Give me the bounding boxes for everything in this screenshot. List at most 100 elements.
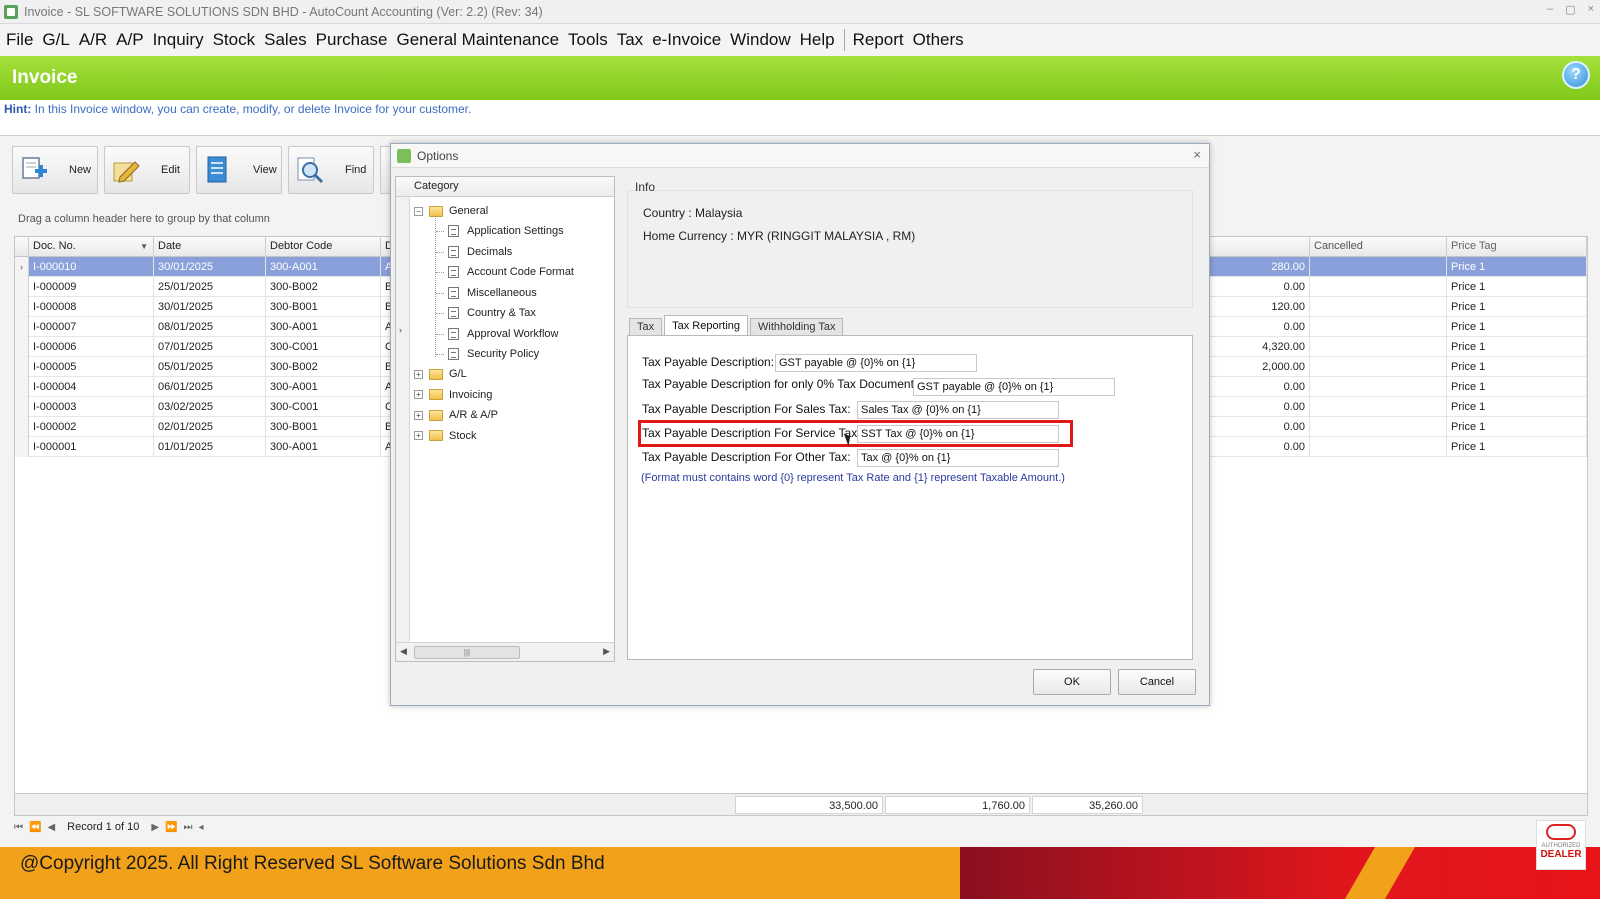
last-record-icon[interactable]: ⏭ (183, 822, 192, 833)
next-page-icon[interactable]: ⏩ (165, 822, 177, 833)
tax-payable-label: Tax Payable Description: (642, 355, 775, 369)
cell-price-tag: Price 1 (1447, 317, 1587, 337)
tree-node-child[interactable]: Miscellaneous (448, 283, 537, 303)
edit-pencil-icon (113, 161, 140, 183)
tree-node-group[interactable]: + Invoicing (414, 385, 492, 405)
zero-tax-input[interactable] (913, 378, 1115, 396)
tab-withholding-tax[interactable]: Withholding Tax (750, 318, 844, 336)
cell-doc-no: I-000010 (29, 257, 154, 277)
expand-icon[interactable]: + (414, 410, 423, 420)
view-button[interactable]: View (196, 146, 282, 194)
sales-tax-input[interactable] (857, 401, 1059, 419)
tree-node-group[interactable]: + Stock (414, 426, 477, 446)
cell-doc-no: I-000009 (29, 277, 154, 297)
menu-file[interactable]: File (6, 30, 33, 50)
find-button-label: Find (345, 164, 367, 176)
cell-amount: 2,000.00 (1210, 357, 1310, 377)
menu-tools[interactable]: Tools (568, 30, 608, 50)
column-cancelled[interactable]: Cancelled (1310, 237, 1447, 257)
tax-payable-input[interactable] (775, 354, 977, 372)
authorized-dealer-logo: AUTHORIZED DEALER (1536, 820, 1586, 870)
find-magnifier-icon (297, 157, 324, 184)
menu-gl[interactable]: G/L (42, 30, 69, 50)
cell-date: 03/02/2025 (154, 397, 266, 417)
category-tree-panel: Category › − General Application Setting… (395, 176, 615, 662)
column-amount[interactable] (1210, 237, 1310, 257)
maximize-button[interactable]: ▢ (1565, 3, 1575, 16)
menu-ap[interactable]: A/P (116, 30, 143, 50)
tree-node-label: Country & Tax (467, 307, 536, 319)
current-row-arrow-icon: › (15, 257, 29, 277)
expand-icon[interactable]: + (414, 390, 423, 399)
scroll-left-arrow-icon[interactable]: ◀ (400, 646, 407, 657)
tree-node-label: G/L (449, 368, 467, 380)
menu-inquiry[interactable]: Inquiry (153, 30, 204, 50)
tree-node-group[interactable]: + A/R & A/P (414, 405, 498, 425)
tree-horizontal-scrollbar[interactable]: ◀ ||| ▶ (396, 642, 614, 661)
menu-stock[interactable]: Stock (213, 30, 256, 50)
cell-price-tag: Price 1 (1447, 397, 1587, 417)
cell-cancelled (1310, 417, 1447, 437)
cell-amount: 0.00 (1210, 317, 1310, 337)
menu-tax[interactable]: Tax (617, 30, 643, 50)
column-debtor-code[interactable]: Debtor Code (266, 237, 381, 257)
scroll-right-arrow-icon[interactable]: ▶ (603, 646, 610, 657)
previous-record-icon[interactable]: ◀ (47, 822, 55, 833)
expand-icon[interactable]: + (414, 369, 423, 379)
scrollbar-thumb[interactable]: ||| (414, 646, 520, 659)
cell-cancelled (1310, 317, 1447, 337)
dialog-close-button[interactable]: × (1193, 147, 1201, 162)
tree-node-label: General (449, 205, 489, 217)
column-price-tag[interactable]: Price Tag (1447, 237, 1587, 257)
menu-ar[interactable]: A/R (79, 30, 107, 50)
tree-node-child[interactable]: Decimals (448, 242, 512, 262)
menu-window[interactable]: Window (730, 30, 790, 50)
tree-node-child[interactable]: Account Code Format (448, 262, 574, 282)
tree-node-child[interactable]: Application Settings (448, 221, 564, 241)
tree-node-general[interactable]: − General (414, 201, 488, 221)
settings-page-icon (448, 307, 459, 319)
cell-date: 01/01/2025 (154, 437, 266, 457)
dialog-title: Options (417, 149, 459, 163)
previous-page-icon[interactable]: ⏪ (29, 822, 41, 833)
other-tax-input[interactable] (857, 449, 1059, 467)
cell-cancelled (1310, 437, 1447, 457)
tab-tax-reporting[interactable]: Tax Reporting (664, 315, 748, 336)
menu-sales[interactable]: Sales (264, 30, 307, 50)
settings-page-icon (448, 348, 459, 360)
tree-connector (436, 354, 444, 355)
folder-icon (429, 368, 443, 380)
expand-icon[interactable]: + (414, 431, 423, 440)
cancel-button[interactable]: Cancel (1118, 669, 1196, 695)
edit-button[interactable]: Edit (104, 146, 190, 194)
folder-icon (429, 430, 443, 441)
menu-others[interactable]: Others (913, 30, 964, 50)
column-doc-no[interactable]: Doc. No. ▼ (29, 237, 154, 257)
find-button[interactable]: Find (288, 146, 374, 194)
new-button[interactable]: New (12, 146, 98, 194)
collapse-icon[interactable]: − (414, 206, 423, 216)
help-icon[interactable]: ? (1562, 61, 1590, 89)
close-window-button[interactable]: × (1588, 3, 1594, 16)
menu-einvoice[interactable]: e-Invoice (652, 30, 721, 50)
tree-node-child[interactable]: Security Policy (448, 344, 539, 364)
next-record-icon[interactable]: ▶ (151, 822, 159, 833)
column-date[interactable]: Date (154, 237, 266, 257)
tree-node-group[interactable]: + G/L (414, 364, 467, 384)
ok-button[interactable]: OK (1033, 669, 1111, 695)
row-indicator (15, 437, 29, 457)
menu-purchase[interactable]: Purchase (316, 30, 388, 50)
first-record-icon[interactable]: ⏮ (14, 822, 23, 833)
tree-connector (435, 215, 436, 357)
menu-help[interactable]: Help (800, 30, 835, 50)
tree-node-child[interactable]: Approval Workflow (448, 324, 559, 344)
tab-tax[interactable]: Tax (629, 318, 663, 336)
tree-node-child[interactable]: Country & Tax (448, 303, 536, 323)
scroll-left-icon[interactable]: ◂ (198, 822, 203, 833)
copyright-text: @Copyright 2025. All Right Reserved SL S… (20, 853, 605, 874)
menu-general-maintenance[interactable]: General Maintenance (396, 30, 559, 50)
cell-price-tag: Price 1 (1447, 377, 1587, 397)
menu-report[interactable]: Report (853, 30, 904, 50)
app-icon (4, 4, 18, 19)
minimize-button[interactable]: – (1547, 3, 1553, 16)
